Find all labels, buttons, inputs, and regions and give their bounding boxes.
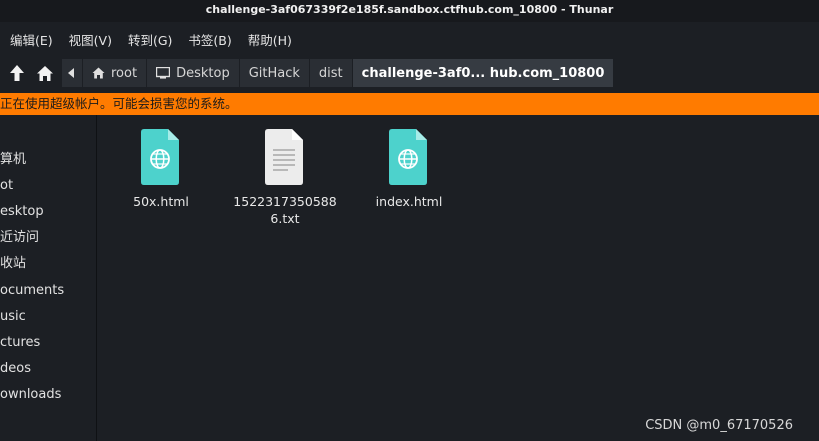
sidebar-item-recent[interactable]: 近访问 [0,227,39,249]
window-title: challenge-3af067339f2e185f.sandbox.ctfhu… [0,0,819,22]
home-small-icon [92,67,105,79]
menu-edit[interactable]: 编辑(E) [0,28,59,52]
chevron-left-icon[interactable] [62,59,83,87]
breadcrumb-dist[interactable]: dist [309,59,353,87]
file-item-index-html[interactable]: index.html [354,129,464,210]
file-item-txt[interactable]: 15223173505886.txt [230,129,340,227]
sidebar-item-music[interactable]: usic [0,306,26,328]
breadcrumb: root Desktop GitHack dist challenge-3af0… [62,59,615,87]
toolbar: root Desktop GitHack dist challenge-3af0… [0,56,819,90]
breadcrumb-desktop-label: Desktop [176,65,230,81]
html-file-icon [141,129,179,185]
breadcrumb-githack[interactable]: GitHack [239,59,310,87]
text-file-icon [265,129,303,185]
root-warning-bar: 正在使用超级帐户。可能会损害您的系统。 [0,93,819,115]
file-name: 50x.html [133,194,189,209]
menubar: 编辑(E) 视图(V) 转到(G) 书签(B) 帮助(H) [0,28,298,52]
file-name: index.html [375,194,443,209]
sidebar-item-videos[interactable]: deos [0,358,31,380]
sidebar-item-pictures[interactable]: ctures [0,332,40,354]
csdn-watermark: CSDN @m0_67170526 [645,418,793,433]
menu-go[interactable]: 转到(G) [118,28,178,52]
sidebar-item-desktop[interactable]: esktop [0,201,44,223]
sidebar-item-computer[interactable]: 算机 [0,149,26,171]
menu-bookmarks[interactable]: 书签(B) [178,28,237,52]
breadcrumb-root[interactable]: root [83,59,148,87]
file-view: 50x.html 15223173505886.txt index.html [97,115,819,441]
sidebar-item-trash[interactable]: 收站 [0,253,26,275]
sidebar-item-root[interactable]: ot [0,175,13,197]
sidebar: 算机 ot esktop 近访问 收站 ocuments usic ctures… [0,115,97,441]
menu-help[interactable]: 帮助(H) [238,28,298,52]
desktop-icon [156,67,171,79]
up-arrow-icon[interactable] [6,59,28,87]
html-file-icon [389,129,427,185]
file-name: 15223173505886.txt [233,194,337,226]
sidebar-item-documents[interactable]: ocuments [0,280,64,302]
home-icon[interactable] [34,59,56,87]
breadcrumb-current[interactable]: challenge-3af0... hub.com_10800 [352,59,615,87]
breadcrumb-desktop[interactable]: Desktop [147,59,240,87]
file-item-50x-html[interactable]: 50x.html [106,129,216,210]
sidebar-item-downloads[interactable]: ownloads [0,384,61,406]
menu-view[interactable]: 视图(V) [59,28,118,52]
breadcrumb-root-label: root [111,65,138,81]
